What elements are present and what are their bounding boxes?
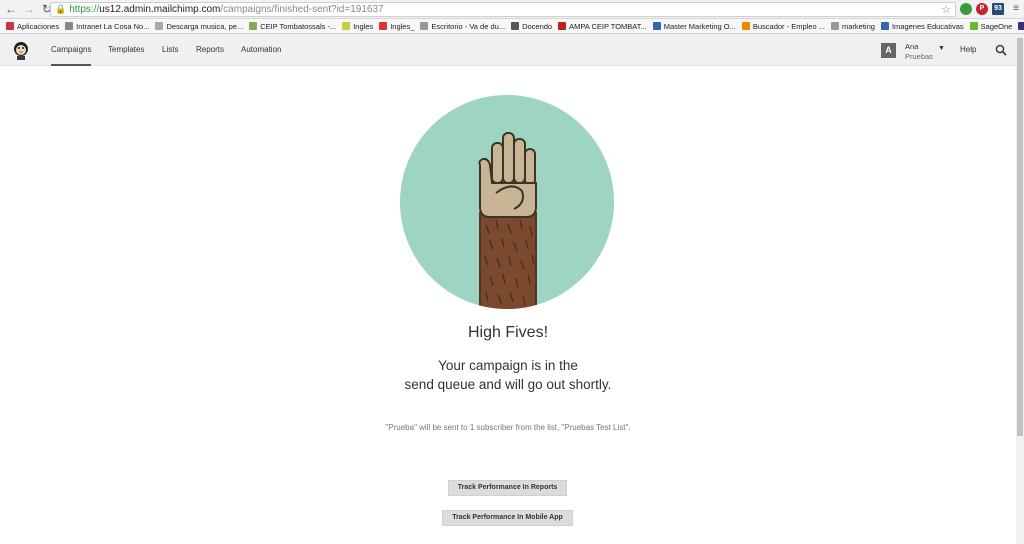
bookmark-item[interactable]: Escritorio - Va de du... [420, 22, 505, 31]
bookmark-item[interactable]: Docendo [511, 22, 552, 31]
nav-templates[interactable]: Templates [108, 34, 144, 66]
avatar[interactable]: A [881, 43, 896, 58]
bookmark-favicon-icon [155, 22, 164, 30]
bookmark-favicon-icon [1018, 22, 1024, 30]
menu-icon[interactable]: ≡ [1010, 3, 1022, 15]
mailchimp-logo-icon[interactable] [12, 40, 30, 60]
address-bar[interactable]: 🔒 https:// us12.admin.mailchimp.com /cam… [50, 2, 956, 17]
bookmark-label: AMPA CEIP TOMBAT... [569, 21, 647, 31]
bookmarks-bar: Aplicaciones Intranet La Cosa No... Descar… [0, 19, 1024, 34]
high-five-illustration [400, 95, 614, 309]
bookmark-label: marketing [842, 21, 875, 31]
bookmark-favicon-icon [342, 22, 351, 30]
bookmark-label: Descarga musica, pe... [166, 21, 244, 31]
page-scrollbar[interactable] [1016, 34, 1024, 544]
forward-icon[interactable]: → [22, 2, 36, 16]
bookmark-favicon-icon [652, 22, 661, 30]
bookmark-favicon-icon [511, 22, 520, 30]
arm-shape [479, 212, 537, 309]
user-name[interactable]: Ana [905, 42, 918, 51]
lock-icon: 🔒 [55, 4, 67, 14]
bookmark-favicon-icon [558, 22, 567, 30]
confirmation-line-1: Your campaign is in the [438, 358, 578, 373]
scrollbar-thumb[interactable] [1017, 38, 1023, 436]
bookmark-label: CEIP Tombatossals -... [260, 21, 337, 31]
bookmark-item[interactable]: Ingles_ [379, 22, 414, 31]
bookmark-item[interactable]: Aplicaciones [6, 22, 59, 31]
bookmark-item[interactable]: Intranet La Cosa No... [65, 22, 149, 31]
bookmark-item[interactable]: AMPA CEIP TOMBAT... [558, 22, 647, 31]
back-icon[interactable]: ← [4, 2, 18, 16]
nav-reports[interactable]: Reports [196, 34, 224, 66]
bookmark-item[interactable]: SageOne [969, 21, 1013, 31]
extension-counter-icon[interactable]: 93 [992, 3, 1004, 15]
send-summary-note: "Prueba" will be sent to 1 subscriber fr… [385, 423, 631, 432]
page-title: High Fives! [467, 324, 549, 341]
help-link[interactable]: Help [960, 45, 976, 54]
user-account[interactable]: Pruebas [905, 52, 933, 61]
url-scheme: https:// [69, 4, 100, 15]
bookmark-item[interactable]: Buscador - Empleo ... [741, 21, 825, 31]
bookmark-item[interactable]: marketing [831, 22, 875, 31]
bookmark-favicon-icon [249, 22, 258, 30]
bookmark-item[interactable]: Master Marketing O... [652, 21, 736, 31]
bookmark-label: Aplicaciones [17, 21, 60, 31]
pinterest-icon[interactable]: P [976, 3, 988, 15]
bookmark-favicon-icon [741, 22, 750, 30]
bookmark-label: Escritorio - Va de du... [431, 21, 506, 31]
bookmark-item[interactable]: Imagenes Educativas [880, 21, 964, 31]
bookmark-favicon-icon [420, 22, 429, 30]
bookmark-favicon-icon [65, 22, 74, 30]
track-mobile-app-button[interactable]: Track Performance In Mobile App [442, 510, 573, 526]
bookmark-favicon-icon [969, 22, 978, 30]
bookmark-favicon-icon [6, 22, 14, 30]
chevron-down-icon[interactable]: ▼ [938, 45, 945, 52]
extension-green-icon[interactable] [960, 3, 972, 15]
nav-automation[interactable]: Automation [241, 34, 281, 66]
bookmark-favicon-icon [880, 22, 889, 30]
bookmark-label: SageOne [980, 21, 1013, 31]
bookmark-label: Buscador - Empleo ... [752, 21, 825, 31]
bookmark-item[interactable]: CEIP Tombatossals -... [249, 22, 336, 31]
bookmark-label: Imagenes Educativas [891, 21, 964, 31]
confirmation-message: Your campaign is in the send queue and w… [0, 356, 1016, 394]
bookmark-label: Intranet La Cosa No... [76, 21, 150, 31]
url-host: us12.admin.mailchimp.com [99, 4, 221, 15]
nav-campaigns[interactable]: Campaigns [51, 34, 92, 66]
app-navbar: Campaigns Templates Lists Reports Automa… [0, 34, 1016, 66]
bookmark-favicon-icon [831, 22, 839, 30]
bookmark-label: Master Marketing O... [663, 21, 736, 31]
bookmark-item[interactable]: Ingles [342, 22, 373, 31]
browser-toolbar: ← → ↻ 🔒 https:// us12.admin.mailchimp.co… [0, 0, 1024, 19]
bookmark-star-icon[interactable]: ☆ [941, 3, 951, 16]
nav-lists[interactable]: Lists [162, 34, 178, 66]
bookmark-item[interactable]: Descarga musica, pe... [155, 22, 243, 31]
search-icon[interactable] [995, 44, 1007, 56]
track-reports-button[interactable]: Track Performance In Reports [448, 480, 567, 496]
bookmark-label: Ingles_ [390, 21, 415, 31]
bookmark-label: Ingles [353, 21, 374, 31]
bookmark-item[interactable]: Modelo 303. IVA. Au... [1018, 22, 1024, 31]
confirmation-line-2: send queue and will go out shortly. [404, 377, 612, 392]
bookmark-label: Docendo [522, 21, 553, 31]
bookmark-favicon-icon [379, 22, 388, 30]
url-path: /campaigns/finished-sent?id=191637 [220, 4, 384, 15]
